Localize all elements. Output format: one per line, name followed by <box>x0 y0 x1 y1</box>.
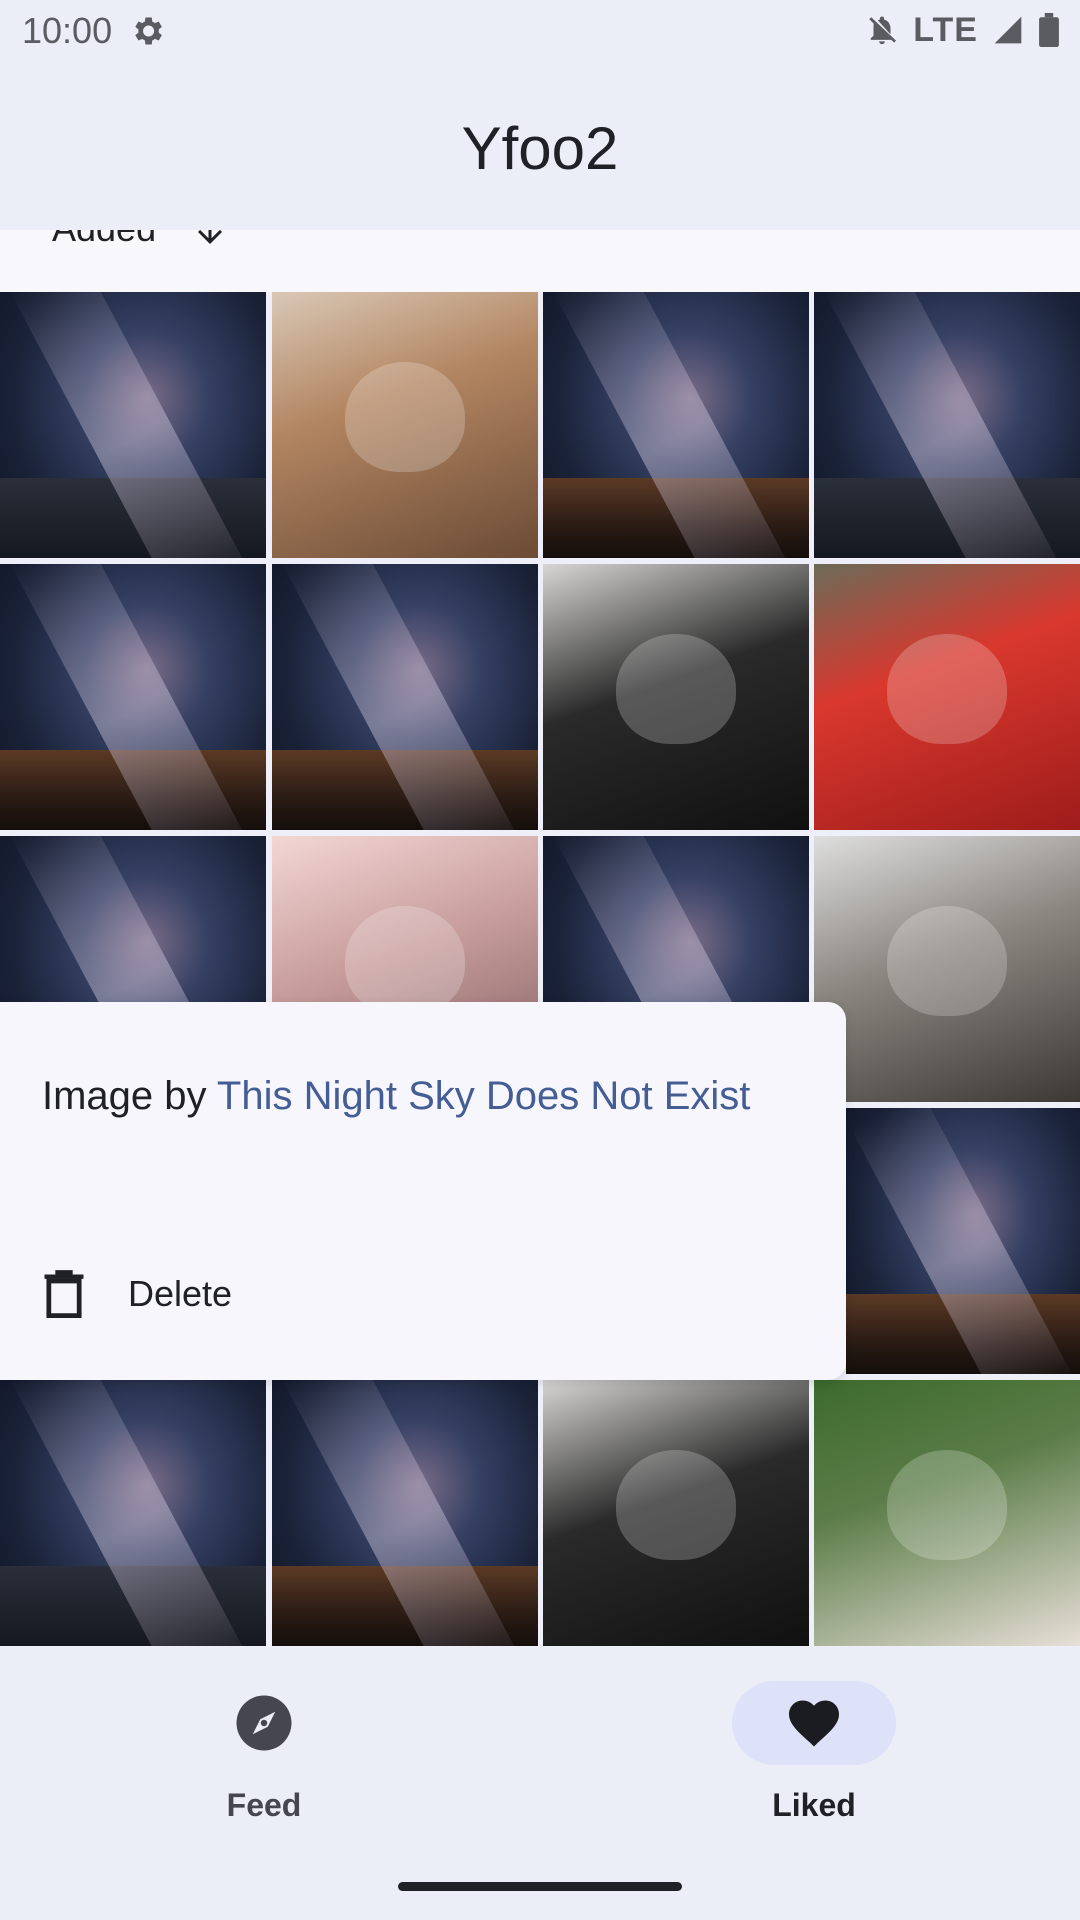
landscape-silhouette <box>0 478 266 558</box>
grid-image[interactable] <box>814 836 1080 1102</box>
grid-image[interactable] <box>0 564 266 830</box>
nav-feed[interactable]: Feed <box>164 1681 364 1823</box>
nav-feed-label: Feed <box>226 1787 302 1823</box>
grid-image[interactable] <box>814 564 1080 830</box>
grid-image[interactable] <box>814 292 1080 558</box>
status-time: 10:00 <box>22 10 113 51</box>
landscape-silhouette <box>846 1294 1080 1374</box>
trash-icon <box>44 1270 84 1319</box>
sort-label: Added <box>52 230 156 250</box>
cat-shape <box>345 362 465 472</box>
signal-icon <box>994 16 1022 44</box>
grid-image[interactable] <box>0 1380 266 1646</box>
settings-gear-icon <box>135 17 162 45</box>
landscape-silhouette <box>272 1566 538 1646</box>
nav-liked[interactable]: Liked <box>714 1681 914 1823</box>
cat-shape <box>887 1450 1007 1560</box>
compass-icon <box>236 1695 292 1751</box>
credit-prefix: Image by <box>42 1074 217 1118</box>
image-grid <box>0 292 1080 1647</box>
sort-down-arrow-icon[interactable] <box>192 230 228 252</box>
delete-label: Delete <box>128 1273 233 1314</box>
grid-image[interactable] <box>0 292 266 558</box>
battery-icon <box>1039 13 1059 47</box>
status-icons: LTE <box>865 10 1060 50</box>
bell-off-icon <box>869 16 897 45</box>
app-bar: Yfoo2 <box>0 62 1080 230</box>
home-indicator[interactable] <box>398 1882 682 1891</box>
cat-shape <box>887 906 1007 1016</box>
credit-link[interactable]: This Night Sky Does Not Exist <box>217 1074 751 1118</box>
cat-shape <box>616 634 736 744</box>
grid-image[interactable] <box>846 1108 1080 1374</box>
grid-image[interactable] <box>814 1380 1080 1646</box>
grid-image[interactable] <box>272 292 538 558</box>
grid-image[interactable] <box>272 1380 538 1646</box>
grid-image[interactable] <box>543 1380 809 1646</box>
image-credit: Image by This Night Sky Does Not Exist <box>42 1074 750 1119</box>
heart-icon <box>789 1700 839 1747</box>
landscape-silhouette <box>543 478 809 558</box>
cat-shape <box>616 1450 736 1560</box>
landscape-silhouette <box>272 750 538 830</box>
page-title: Yfoo2 <box>461 115 619 182</box>
grid-image[interactable] <box>543 292 809 558</box>
status-bar: 10:00 LTE <box>0 0 1080 62</box>
delete-button[interactable]: Delete <box>42 1268 232 1320</box>
grid-image[interactable] <box>543 564 809 830</box>
bottom-navigation: Feed Liked <box>0 1647 1080 1920</box>
cat-shape <box>345 906 465 1016</box>
image-options-sheet: Image by This Night Sky Does Not Exist D… <box>0 1002 846 1380</box>
nav-liked-label: Liked <box>772 1787 856 1823</box>
network-type: LTE <box>913 10 978 49</box>
landscape-silhouette <box>814 478 1080 558</box>
sort-control[interactable]: Added <box>0 230 1080 292</box>
cat-shape <box>887 634 1007 744</box>
grid-image[interactable] <box>272 564 538 830</box>
landscape-silhouette <box>0 750 266 830</box>
landscape-silhouette <box>0 1566 266 1646</box>
